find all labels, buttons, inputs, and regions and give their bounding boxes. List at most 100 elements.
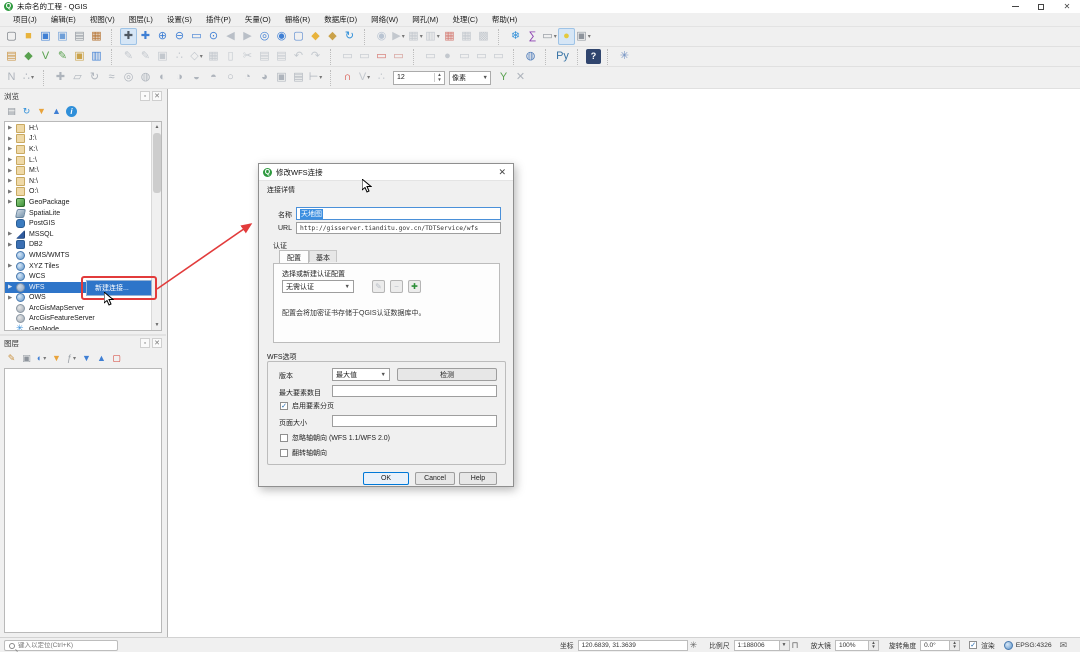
new-map-view-button[interactable]: ▢▾ — [290, 28, 307, 45]
snapping-mode-button[interactable]: V ▾ — [356, 69, 373, 86]
reshape-features-button[interactable]: ◓▾ — [205, 69, 222, 86]
style-manager-button[interactable]: ▦▾ — [88, 28, 105, 45]
topology-checker-button[interactable]: ✳▾ — [616, 48, 633, 65]
text-annotation-button[interactable]: ▣ ▾ — [575, 28, 592, 45]
messages-icon[interactable]: ✉ — [1060, 640, 1068, 651]
browser-item-j-drive[interactable]: ▶ J:\ — [5, 134, 150, 145]
open-attribute-table-button[interactable]: ▦▾ — [458, 28, 475, 45]
zoom-in-button[interactable]: ⊕▾ — [154, 28, 171, 45]
new-virtual-layer-button[interactable]: ▥▾ — [88, 48, 105, 65]
add-ring-button[interactable]: ◎▾ — [120, 69, 137, 86]
highlight-pinned-labels-button[interactable]: ▭▾ — [339, 48, 356, 65]
expand-arrow-icon[interactable]: ▶ — [8, 284, 16, 290]
collapse-all-button[interactable]: ▲▾ — [49, 104, 64, 119]
help-button[interactable]: Help — [459, 472, 497, 485]
menu-item[interactable]: 处理(C) — [445, 12, 484, 27]
snapping-type-button[interactable]: ∴▾ — [373, 69, 390, 86]
snapping-units-combo[interactable]: 像素 ▼ — [449, 70, 491, 85]
manage-map-themes-button[interactable]: ◐ ▾ — [34, 351, 49, 366]
scroll-down-icon[interactable]: ▼ — [152, 320, 161, 330]
checkbox-unchecked-icon[interactable] — [280, 434, 288, 442]
menu-item[interactable]: 栅格(R) — [278, 12, 317, 27]
temporal-controller-button[interactable]: ❄▾ — [507, 28, 524, 45]
new-print-layout-button[interactable]: ▤▾ — [71, 28, 88, 45]
show-bookmarks-button[interactable]: ◆▾ — [324, 28, 341, 45]
dropdown-arrow-icon[interactable]: ▾ — [367, 74, 370, 81]
tab-configurations[interactable]: 配置 — [279, 250, 309, 263]
zoom-to-selection-button[interactable]: ⊙▾ — [205, 28, 222, 45]
collapse-all-layers-button[interactable]: ▲▾ — [94, 351, 109, 366]
close-button[interactable]: ✕ — [1054, 0, 1080, 13]
run-feature-action-button[interactable]: ▶ ▾ — [390, 28, 407, 45]
mouse-position-icon[interactable]: ✳ — [690, 640, 698, 651]
auth-config-combo[interactable]: 无需认证 ▼ — [282, 280, 354, 293]
checkbox-checked-icon[interactable] — [280, 402, 288, 410]
expand-arrow-icon[interactable]: ▶ — [8, 157, 16, 163]
browser-item-o-drive[interactable]: ▶ O:\ — [5, 187, 150, 198]
select-by-expression-button[interactable]: ▥ ▾ — [424, 28, 441, 45]
cancel-button[interactable]: Cancel — [415, 472, 455, 485]
select-features-button[interactable]: ▦ ▾ — [407, 28, 424, 45]
dialog-close-button[interactable]: ✕ — [495, 167, 509, 178]
browser-item-geopackage[interactable]: ▶ GeoPackage — [5, 197, 150, 208]
zoom-full-button[interactable]: ▭▾ — [188, 28, 205, 45]
rotation-value[interactable]: 0.0° — [920, 639, 951, 651]
edit-auth-button[interactable]: ✎ — [372, 280, 385, 293]
checkbox-unchecked-icon[interactable] — [280, 449, 288, 457]
browser-item-wms-wmts[interactable]: ▶ WMS/WMTS — [5, 250, 150, 261]
menu-item[interactable]: 网孔(M) — [405, 12, 445, 27]
tab-basic[interactable]: 基本 — [309, 250, 337, 262]
scroll-up-icon[interactable]: ▲ — [152, 122, 161, 132]
dropdown-arrow-icon[interactable]: ▾ — [43, 355, 46, 362]
pan-to-selection-button[interactable]: ✚▾ — [137, 28, 154, 45]
spinner-arrows[interactable]: ▲ ▼ — [434, 72, 444, 82]
filter-browser-button[interactable]: ▼▾ — [34, 104, 49, 119]
minimize-button[interactable] — [1002, 0, 1028, 13]
refresh-button[interactable]: ↻▾ — [341, 28, 358, 45]
pin-labels-button[interactable]: ▭▾ — [356, 48, 373, 65]
copy-move-feature-button[interactable]: ▱▾ — [69, 69, 86, 86]
add-selected-layers-button[interactable]: ▤▾ — [4, 104, 19, 119]
expand-arrow-icon[interactable]: ▶ — [8, 189, 16, 195]
browser-item-m-drive[interactable]: ▶ M:\ — [5, 165, 150, 176]
dropdown-arrow-icon[interactable]: ▾ — [588, 33, 591, 40]
url-field[interactable]: http://gisserver.tianditu.gov.cn/TDTServ… — [296, 222, 501, 234]
rotate-feature-button[interactable]: ↻▾ — [86, 69, 103, 86]
menu-item[interactable]: 插件(P) — [199, 12, 238, 27]
new-geopackage-layer-button[interactable]: ◆▾ — [20, 48, 37, 65]
close-panel-button[interactable]: ✕ — [152, 91, 162, 101]
menu-item[interactable]: 矢量(O) — [238, 12, 278, 27]
expand-arrow-icon[interactable]: ▶ — [8, 146, 16, 152]
page-size-field[interactable] — [332, 415, 497, 427]
refresh-browser-button[interactable]: ↻▾ — [19, 104, 34, 119]
split-parts-button[interactable]: ◕▾ — [256, 69, 273, 86]
topological-editing-button[interactable]: Y▾ — [495, 69, 512, 86]
rotation-spinner[interactable]: ▲ ▼ — [950, 639, 961, 651]
coordinate-value[interactable]: 120.6839, 31.3639 — [577, 639, 688, 651]
save-project-as-button[interactable]: ▣▾ — [54, 28, 71, 45]
dropdown-arrow-icon[interactable]: ▾ — [402, 33, 405, 40]
max-features-field[interactable] — [332, 385, 497, 397]
browser-item-geonode[interactable]: ▶ GeoNode — [5, 323, 150, 330]
paste-features-button[interactable]: ▤▾ — [273, 48, 290, 65]
detect-version-button[interactable]: 检测 — [397, 368, 497, 381]
scale-value[interactable]: 1:188006 — [733, 639, 780, 651]
name-field[interactable]: 天地图 — [296, 207, 501, 220]
dropdown-arrow-icon[interactable]: ▾ — [200, 53, 203, 60]
menu-item[interactable]: 设置(S) — [160, 12, 199, 27]
zoom-to-native-button[interactable]: ◉▾ — [273, 28, 290, 45]
magnifier-value[interactable]: 100% — [834, 639, 869, 651]
copy-features-button[interactable]: ▤▾ — [256, 48, 273, 65]
dropdown-arrow-icon[interactable]: ▾ — [437, 33, 440, 40]
vertex-tool-button[interactable]: ◇ ▾ — [188, 48, 205, 65]
measure-button[interactable]: ▭ ▾ — [541, 28, 558, 45]
menu-item[interactable]: 图层(L) — [122, 12, 160, 27]
deselect-features-button[interactable]: ▦▾ — [441, 28, 458, 45]
new-memory-layer-button[interactable]: ▣▾ — [71, 48, 88, 65]
browser-item-db2[interactable]: ▶ DB2 — [5, 240, 150, 251]
identify-features-button[interactable]: ◉▾ — [373, 28, 390, 45]
menu-item[interactable]: 网络(W) — [364, 12, 405, 27]
crs-globe-icon[interactable] — [1003, 640, 1013, 650]
open-project-button[interactable]: ■▾ — [20, 28, 37, 45]
delete-selected-button[interactable]: ▯▾ — [222, 48, 239, 65]
